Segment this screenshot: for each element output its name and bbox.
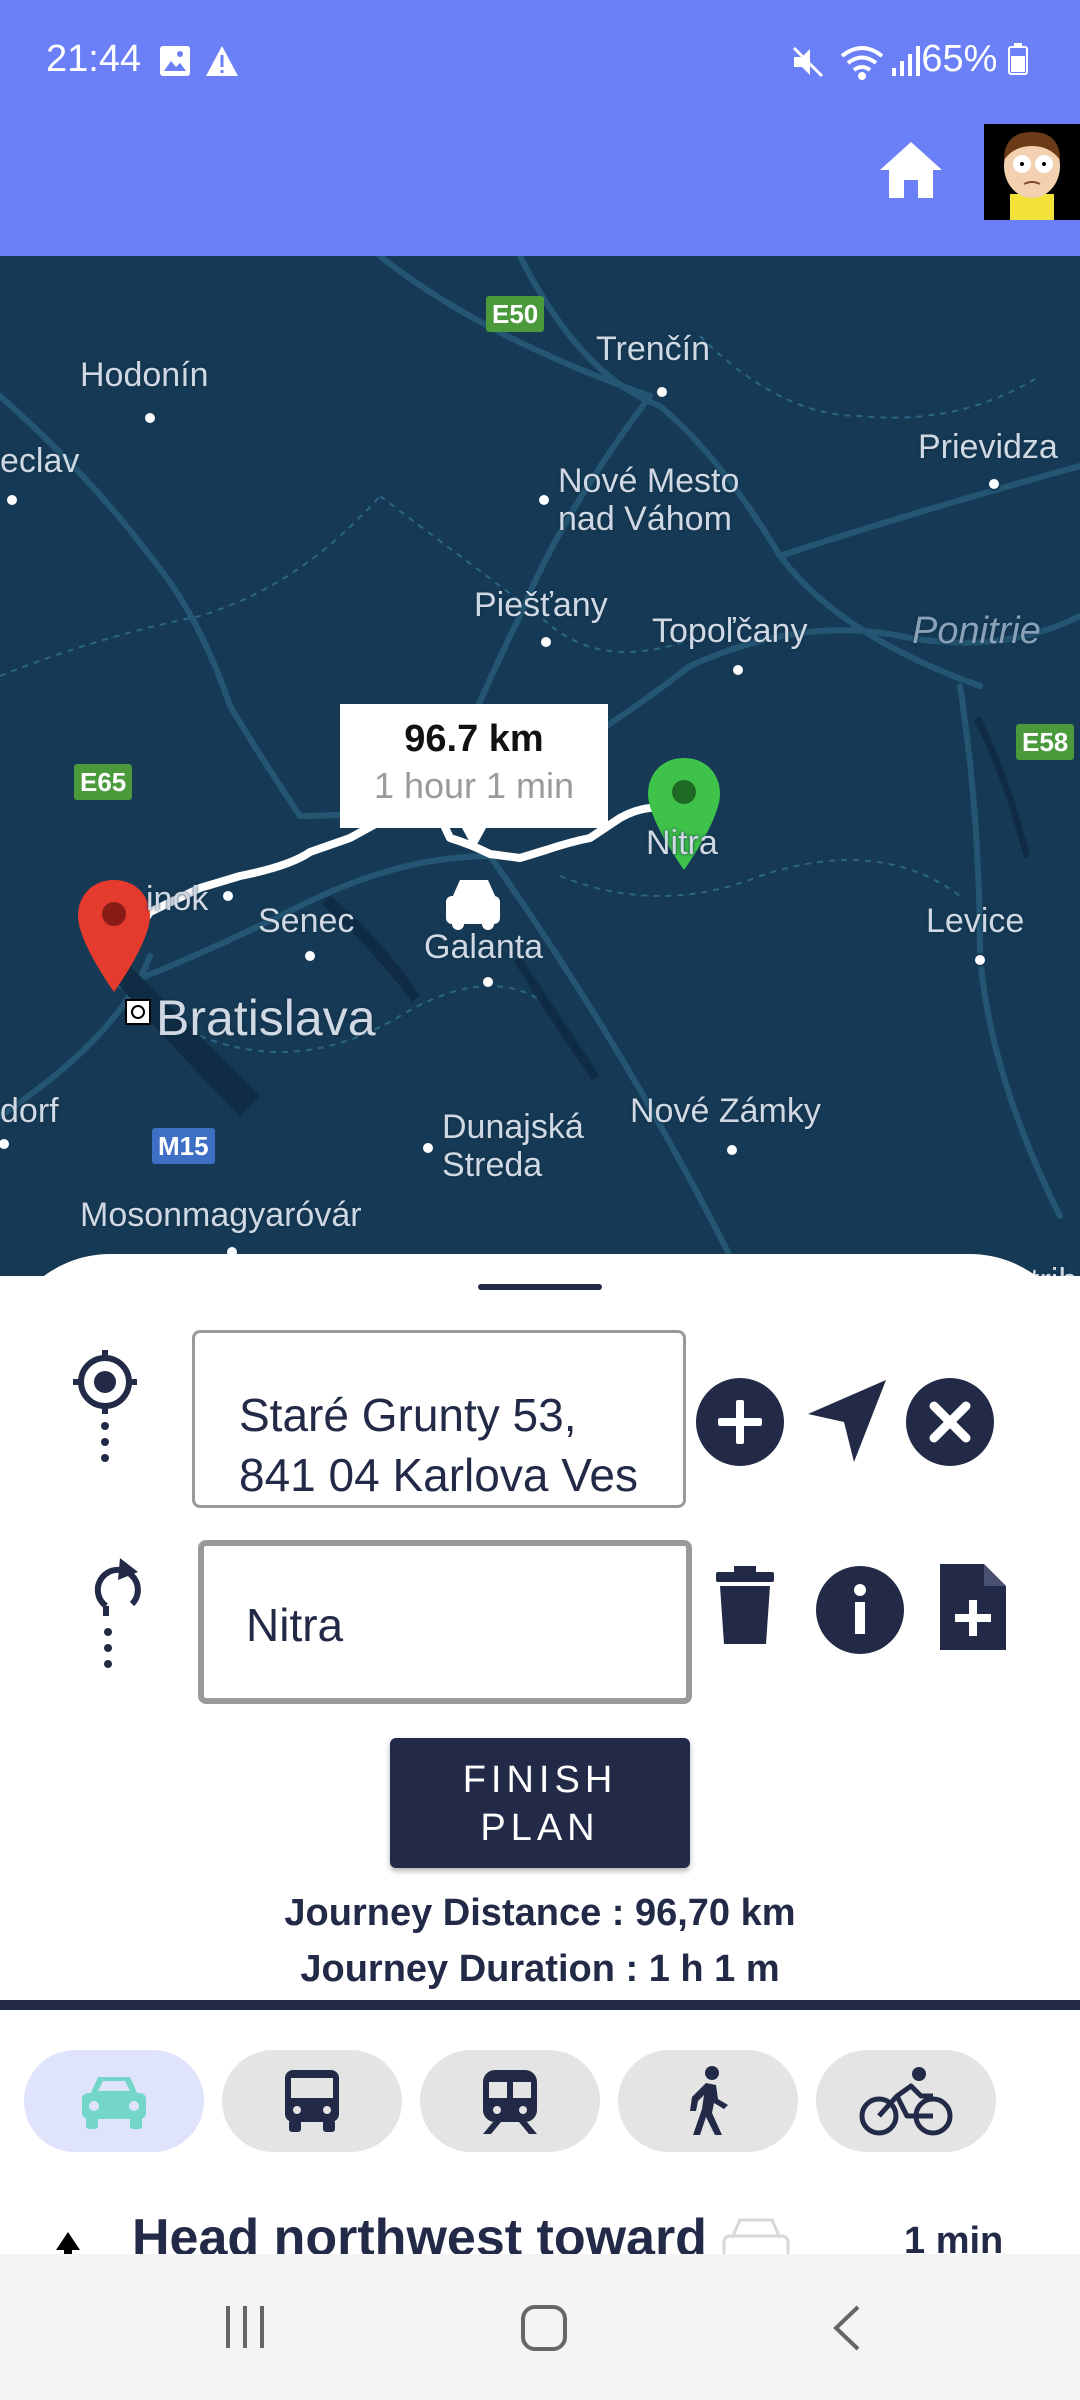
battery-level: 65% xyxy=(921,38,1028,81)
city-label: Piešťany xyxy=(474,586,608,624)
status-bar: 21:44 65% xyxy=(0,0,1080,124)
city-label: inok xyxy=(146,880,209,918)
home-icon[interactable] xyxy=(878,140,944,200)
route-distance: 96.7 km xyxy=(404,718,544,760)
destination-loop-icon xyxy=(94,1558,141,1668)
planner-sheet: Staré Grunty 53, 841 04 Karlova Ves Nitr… xyxy=(0,1254,1080,2278)
mode-bus-button[interactable] xyxy=(222,2050,402,2152)
system-nav-bar xyxy=(0,2254,1080,2400)
road-shield: E58 xyxy=(1016,724,1075,760)
region-label: Ponitrie xyxy=(912,610,1041,652)
route-duration: 1 hour 1 min xyxy=(373,765,575,806)
mute-icon xyxy=(792,46,824,78)
add-stop-button[interactable] xyxy=(696,1378,784,1466)
mode-walk-button[interactable] xyxy=(618,2050,798,2152)
image-notification-icon xyxy=(160,46,190,76)
avatar[interactable] xyxy=(984,124,1080,220)
city-label: Nové Zámky xyxy=(630,1092,821,1130)
route-tooltip: 96.7 km 1 hour 1 min xyxy=(340,704,608,850)
city-label: Levice xyxy=(926,902,1025,940)
sheet-handle[interactable] xyxy=(478,1284,602,1290)
map-view[interactable]: Hodonín Trenčín Prievidza eclav Nové Mes… xyxy=(0,256,1080,1276)
road-shield: E50 xyxy=(486,296,545,332)
finish-plan-label: FINISH PLAN xyxy=(462,1759,618,1849)
clear-button[interactable] xyxy=(906,1378,994,1466)
delete-icon[interactable] xyxy=(714,1566,776,1646)
origin-input[interactable]: Staré Grunty 53, 841 04 Karlova Ves xyxy=(239,1385,659,1505)
finish-plan-button[interactable]: FINISH PLAN xyxy=(390,1738,690,1868)
city-label: Trenčín xyxy=(596,330,711,368)
current-location-marker xyxy=(125,999,151,1025)
city-label: Hodonín xyxy=(80,356,209,394)
journey-distance: Journey Distance : 96,70 km xyxy=(284,1892,796,1934)
city-label: Nové Mesto nad Váhom xyxy=(558,462,740,538)
mode-train-button[interactable] xyxy=(420,2050,600,2152)
signal-icon xyxy=(892,46,920,76)
origin-target-icon xyxy=(73,1350,137,1462)
route-car-icon xyxy=(446,880,500,930)
bus-icon xyxy=(285,2070,339,2132)
walk-icon xyxy=(690,2066,728,2135)
status-time: 21:44 xyxy=(46,38,142,80)
car-icon xyxy=(82,2077,146,2129)
divider xyxy=(0,2000,1080,2010)
mode-bike-button[interactable] xyxy=(816,2050,996,2152)
city-label: Topoľčany xyxy=(652,612,808,650)
city-label: dorf xyxy=(0,1092,59,1130)
city-label: Nitra xyxy=(646,824,718,862)
train-icon xyxy=(483,2070,537,2134)
mode-car-button[interactable] xyxy=(24,2050,204,2152)
add-note-icon[interactable] xyxy=(936,1560,1010,1654)
destination-field[interactable]: Nitra xyxy=(198,1540,692,1704)
city-label: eclav xyxy=(0,442,80,480)
origin-field[interactable]: Staré Grunty 53, 841 04 Karlova Ves xyxy=(192,1330,686,1508)
city-label: Prievidza xyxy=(918,428,1058,466)
city-label: Dunajská Streda xyxy=(442,1108,584,1184)
road-shield: M15 xyxy=(152,1128,215,1164)
bike-icon xyxy=(859,2067,953,2136)
origin-pin-icon[interactable] xyxy=(74,876,154,996)
home-nav-icon[interactable] xyxy=(520,2304,568,2352)
destination-input[interactable]: Nitra xyxy=(246,1599,343,1651)
transport-mode-bar xyxy=(0,2034,1080,2180)
city-label: trih xyxy=(1030,1262,1077,1276)
warning-icon xyxy=(206,46,238,76)
city-label: Galanta xyxy=(424,928,544,966)
battery-icon xyxy=(1008,43,1028,75)
journey-duration: Journey Duration : 1 h 1 m xyxy=(300,1948,780,1990)
avatar-image xyxy=(984,124,1080,220)
info-icon[interactable] xyxy=(816,1566,904,1654)
city-label: Bratislava xyxy=(156,990,376,1046)
recent-apps-icon[interactable] xyxy=(222,2304,268,2350)
city-label: Senec xyxy=(258,902,355,940)
app-bar: 21:44 65% xyxy=(0,0,1080,256)
back-icon[interactable] xyxy=(830,2304,864,2352)
battery-text: 65% xyxy=(921,38,998,80)
navigate-icon[interactable] xyxy=(802,1374,892,1466)
wifi-icon xyxy=(840,46,884,80)
road-shield: E65 xyxy=(74,764,133,800)
city-label: Mosonmagyaróvár xyxy=(80,1196,362,1234)
